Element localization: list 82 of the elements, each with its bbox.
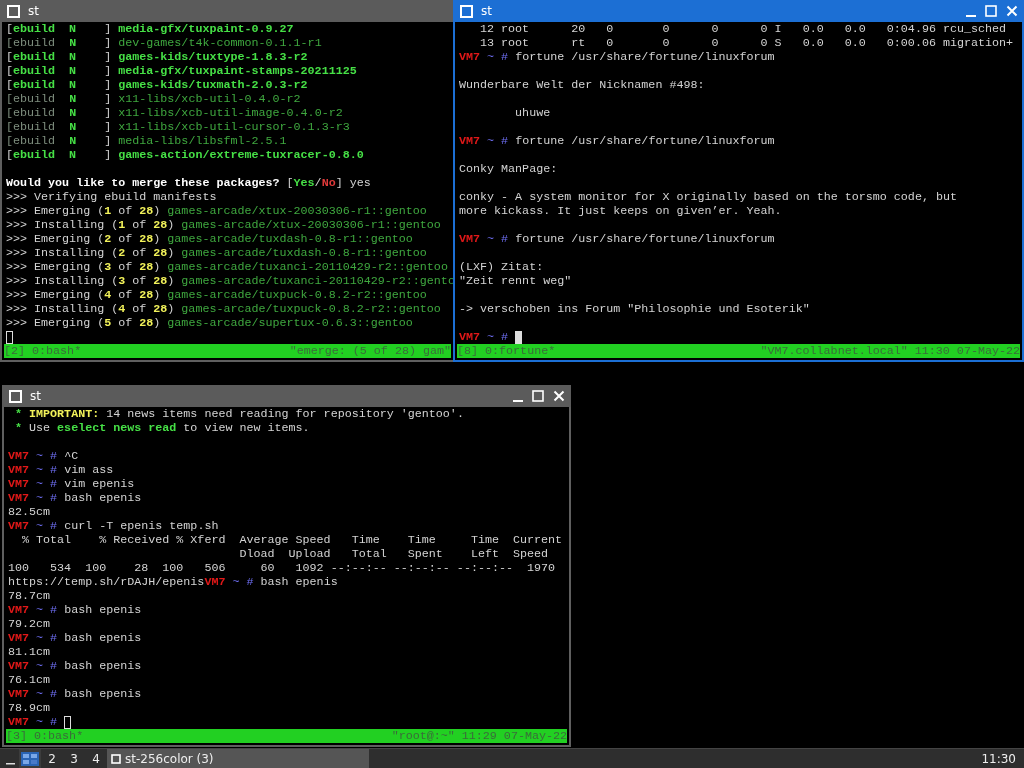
terminal-line: more kickass. It just keeps on given’er. Yeah. [459, 204, 782, 218]
terminal-line: >>> Emerging (4 of 28) games-arcade/tuxpuck-0.8.2-r2::gentoo [6, 288, 427, 302]
terminal-line: [ebuild N ] dev-games/t4k-common-0.1.1-r1 [6, 36, 322, 50]
terminal-line: >>> Installing (4 of 28) games-arcade/tuxpuck-0.8.2-r2::gentoo [6, 302, 441, 316]
maximize-icon [532, 390, 544, 402]
terminal-line: VM7 ~ # bash epenis [8, 491, 142, 505]
minimize-icon [513, 399, 523, 402]
terminal-line: VM7 ~ # fortune /usr/share/fortune/linuxforum [459, 134, 775, 148]
terminal-line: https://temp.sh/rDAJH/epenisVM7 ~ # bash epenis [8, 575, 338, 589]
window-title: st [28, 4, 40, 18]
window-icon [111, 753, 121, 764]
terminal-line: VM7 ~ # [8, 715, 58, 729]
minimize-icon [966, 14, 976, 17]
terminal-line: [ebuild N ] x11-libs/xcb-util-cursor-0.1.3-r3 [6, 120, 350, 134]
terminal-line: >>> Verifying ebuild manifests [6, 190, 217, 204]
terminal-line: 78.9cm [8, 701, 51, 715]
terminal-line: VM7 ~ # curl -T epenis temp.sh [8, 519, 219, 533]
terminal-line: >>> Emerging (5 of 28) games-arcade/supertux-0.6.3::gentoo [6, 316, 413, 330]
maximize-icon [985, 5, 997, 17]
terminal-line: [ebuild N ] media-gfx/tuxpaint-stamps-20211125 [6, 64, 357, 78]
terminal-line: >>> Emerging (3 of 28) games-arcade/tuxanci-20110429-r2::gentoo [6, 260, 448, 274]
close-icon [553, 390, 565, 402]
terminal-line: VM7 ~ # bash epenis [8, 659, 142, 673]
task-button[interactable]: st-256color (3) [107, 749, 369, 768]
terminal-line: * Use eselect news read to view new items. [14, 421, 310, 435]
terminal-line: 82.5cm [8, 505, 51, 519]
terminal-line: -> verschoben ins Forum "Philosophie und Esoterik" [459, 302, 810, 316]
clock: 11:30 [981, 751, 1017, 766]
terminal-line: Conky ManPage: [459, 162, 558, 176]
terminal-line: VM7 ~ # bash epenis [8, 631, 142, 645]
terminal-line: % Total % Received % Xferd Average Speed Time Time Time Current [21, 533, 563, 547]
window-icon [7, 4, 20, 18]
terminal-line: "Zeit rennt weg" [459, 274, 572, 288]
terminal-line: 13 root rt 0 0 0 0 S 0.0 0.0 0:00.06 migration+ [479, 36, 1014, 50]
desktop-button[interactable]: 3 [63, 749, 85, 768]
terminal-line: [ebuild N ] media-gfx/tuxpaint-0.9.27 [6, 22, 294, 36]
terminal-line: >>> Installing (2 of 28) games-arcade/tuxdash-0.8-r1::gentoo [6, 246, 427, 260]
terminal-line: uhuwe [514, 106, 551, 120]
terminal-line: VM7 ~ # vim epenis [8, 477, 135, 491]
terminal-line: VM7 ~ # bash epenis [8, 687, 142, 701]
status-text: "VM7.collabnet.local" 11:30 07-May-22 [760, 344, 1020, 358]
terminal-line: VM7 ~ # ^C [8, 449, 79, 463]
desktop-button[interactable]: 4 [85, 749, 107, 768]
window-title: st [30, 389, 42, 403]
terminal-line: 12 root 20 0 0 0 0 I 0.0 0.0 0:04.96 rcu_sched [479, 22, 1007, 36]
terminal-line: Wunderbare Welt der Nicknamen #498: [459, 78, 705, 92]
terminal-line: 78.7cm [8, 589, 51, 603]
desktop-pager-button[interactable] [19, 749, 41, 768]
window-title: st [481, 4, 493, 18]
terminal-line: [ebuild N ] games-kids/tuxmath-2.0.3-r2 [6, 78, 308, 92]
terminal-line: >>> Emerging (1 of 28) games-arcade/xtux-20030306-r1::gentoo [6, 204, 427, 218]
terminal-line: [ebuild N ] media-libs/libsfml-2.5.1 [6, 134, 287, 148]
terminal-line: 76.1cm [8, 673, 51, 687]
window-icon [460, 4, 473, 18]
terminal-line: VM7 ~ # fortune /usr/share/fortune/linuxforum [459, 50, 775, 64]
terminal-line: >>> Installing (1 of 28) games-arcade/xtux-20030306-r1::gentoo [6, 218, 441, 232]
terminal-line: [ebuild N ] games-kids/tuxtype-1.8.3-r2 [6, 50, 308, 64]
status-text: "emerge: (5 of 28) gam" [289, 344, 451, 358]
terminal-line: [ebuild N ] games-action/extreme-tuxracer-0.8.0 [6, 148, 364, 162]
terminal-line: 100 534 100 28 100 506 60 1092 --:--:-- --:--:-- --:--:-- 1970 [8, 561, 556, 575]
terminal-line: [ebuild N ] x11-libs/xcb-util-image-0.4.0-r2 [6, 106, 343, 120]
window-icon [9, 389, 22, 403]
desktop-button[interactable]: 2 [41, 749, 63, 768]
terminal-line: (LXF) Zitat: [459, 260, 544, 274]
status-text: [3] 0:bash* [6, 729, 84, 743]
terminal-line: VM7 ~ # fortune /usr/share/fortune/linuxforum [459, 232, 775, 246]
terminal-line: 79.2cm [8, 617, 51, 631]
close-icon [1006, 5, 1018, 17]
status-text: [2] 0:bash* [4, 344, 82, 358]
terminal-line: Would you like to merge these packages? [Yes/No] yes [6, 176, 371, 190]
terminal-line: VM7 ~ # vim ass [8, 463, 114, 477]
status-text: "root@:~" 11:29 07-May-22 [391, 729, 567, 743]
status-text: [8] 0:fortune* [457, 344, 556, 358]
terminal-line: >>> Installing (3 of 28) games-arcade/tuxanci-20110429-r2::gento [6, 274, 455, 288]
terminal-line: VM7 ~ # [459, 330, 509, 344]
terminal-line: 81.1cm [8, 645, 51, 659]
terminal-line: Dload Upload Total Spent Left Speed [238, 547, 549, 561]
terminal-line: >>> Emerging (2 of 28) games-arcade/tuxdash-0.8-r1::gentoo [6, 232, 413, 246]
terminal-line: * IMPORTANT: 14 news items need reading for repository 'gentoo'. [14, 407, 464, 421]
terminal-line: VM7 ~ # bash epenis [8, 603, 142, 617]
terminal-line: [ebuild N ] x11-libs/xcb-util-0.4.0-r2 [6, 92, 301, 106]
terminal-line: conky - A system monitor for X originally based on the torsmo code, but [459, 190, 957, 204]
